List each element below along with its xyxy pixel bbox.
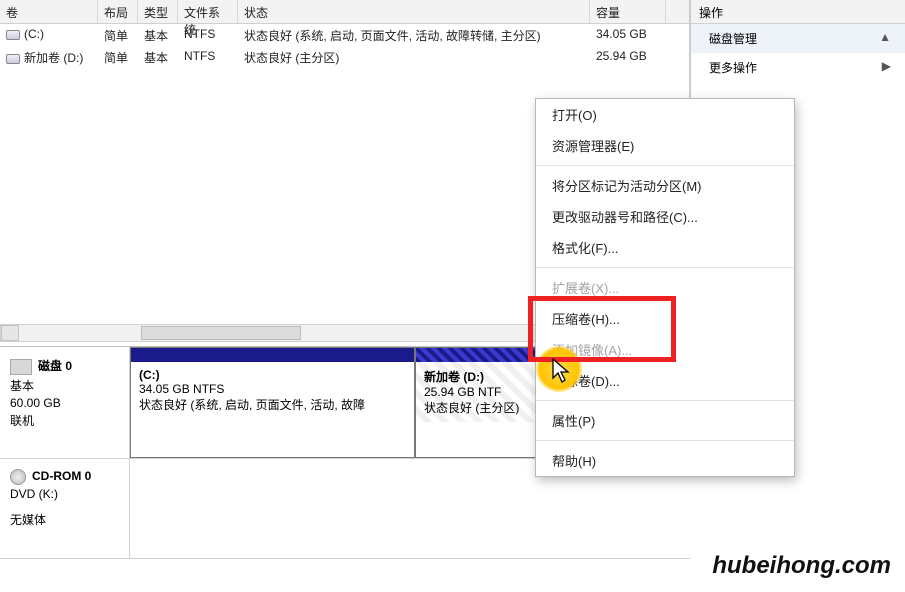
action-disk-management[interactable]: 磁盘管理▲ bbox=[691, 24, 905, 53]
menu-shrink-vol[interactable]: 压缩卷(H)... bbox=[536, 303, 794, 334]
disk-icon bbox=[10, 359, 32, 375]
context-menu: 打开(O) 资源管理器(E) 将分区标记为活动分区(M) 更改驱动器号和路径(C… bbox=[535, 98, 795, 477]
arrow-up-icon: ▲ bbox=[879, 30, 891, 47]
disk-0-header[interactable]: 磁盘 0 基本 60.00 GB 联机 bbox=[0, 347, 130, 458]
volume-list-header: 卷 布局 类型 文件系统 状态 容量 bbox=[0, 0, 689, 24]
cdrom-icon bbox=[10, 469, 26, 485]
volume-row[interactable]: 新加卷 (D:) 简单 基本 NTFS 状态良好 (主分区) 25.94 GB bbox=[0, 46, 689, 68]
menu-mark-active[interactable]: 将分区标记为活动分区(M) bbox=[536, 170, 794, 201]
col-volume[interactable]: 卷 bbox=[0, 0, 98, 23]
col-layout[interactable]: 布局 bbox=[98, 0, 138, 23]
menu-add-mirror: 添加镜像(A)... bbox=[536, 334, 794, 365]
scroll-left-button[interactable] bbox=[1, 325, 19, 341]
cdrom-header[interactable]: CD-ROM 0 DVD (K:) 无媒体 bbox=[0, 459, 130, 558]
menu-change-letter[interactable]: 更改驱动器号和路径(C)... bbox=[536, 201, 794, 232]
col-status[interactable]: 状态 bbox=[238, 0, 590, 23]
partition-c[interactable]: (C:) 34.05 GB NTFS 状态良好 (系统, 启动, 页面文件, 活… bbox=[130, 347, 415, 458]
menu-properties[interactable]: 属性(P) bbox=[536, 405, 794, 436]
chevron-right-icon: ▶ bbox=[882, 59, 891, 76]
volume-icon bbox=[6, 54, 20, 64]
menu-explorer[interactable]: 资源管理器(E) bbox=[536, 130, 794, 161]
menu-open[interactable]: 打开(O) bbox=[536, 99, 794, 130]
volume-row[interactable]: (C:) 简单 基本 NTFS 状态良好 (系统, 启动, 页面文件, 活动, … bbox=[0, 24, 689, 46]
action-more[interactable]: 更多操作▶ bbox=[691, 53, 905, 82]
scroll-thumb[interactable] bbox=[141, 326, 301, 340]
actions-header: 操作 bbox=[691, 0, 905, 24]
col-capacity[interactable]: 容量 bbox=[590, 0, 666, 23]
volume-icon bbox=[6, 30, 20, 40]
col-filesystem[interactable]: 文件系统 bbox=[178, 0, 238, 23]
col-type[interactable]: 类型 bbox=[138, 0, 178, 23]
menu-delete-vol[interactable]: 删除卷(D)... bbox=[536, 365, 794, 396]
watermark: hubeihong.com bbox=[712, 552, 891, 580]
menu-format[interactable]: 格式化(F)... bbox=[536, 232, 794, 263]
menu-help[interactable]: 帮助(H) bbox=[536, 445, 794, 476]
menu-extend-vol: 扩展卷(X)... bbox=[536, 272, 794, 303]
